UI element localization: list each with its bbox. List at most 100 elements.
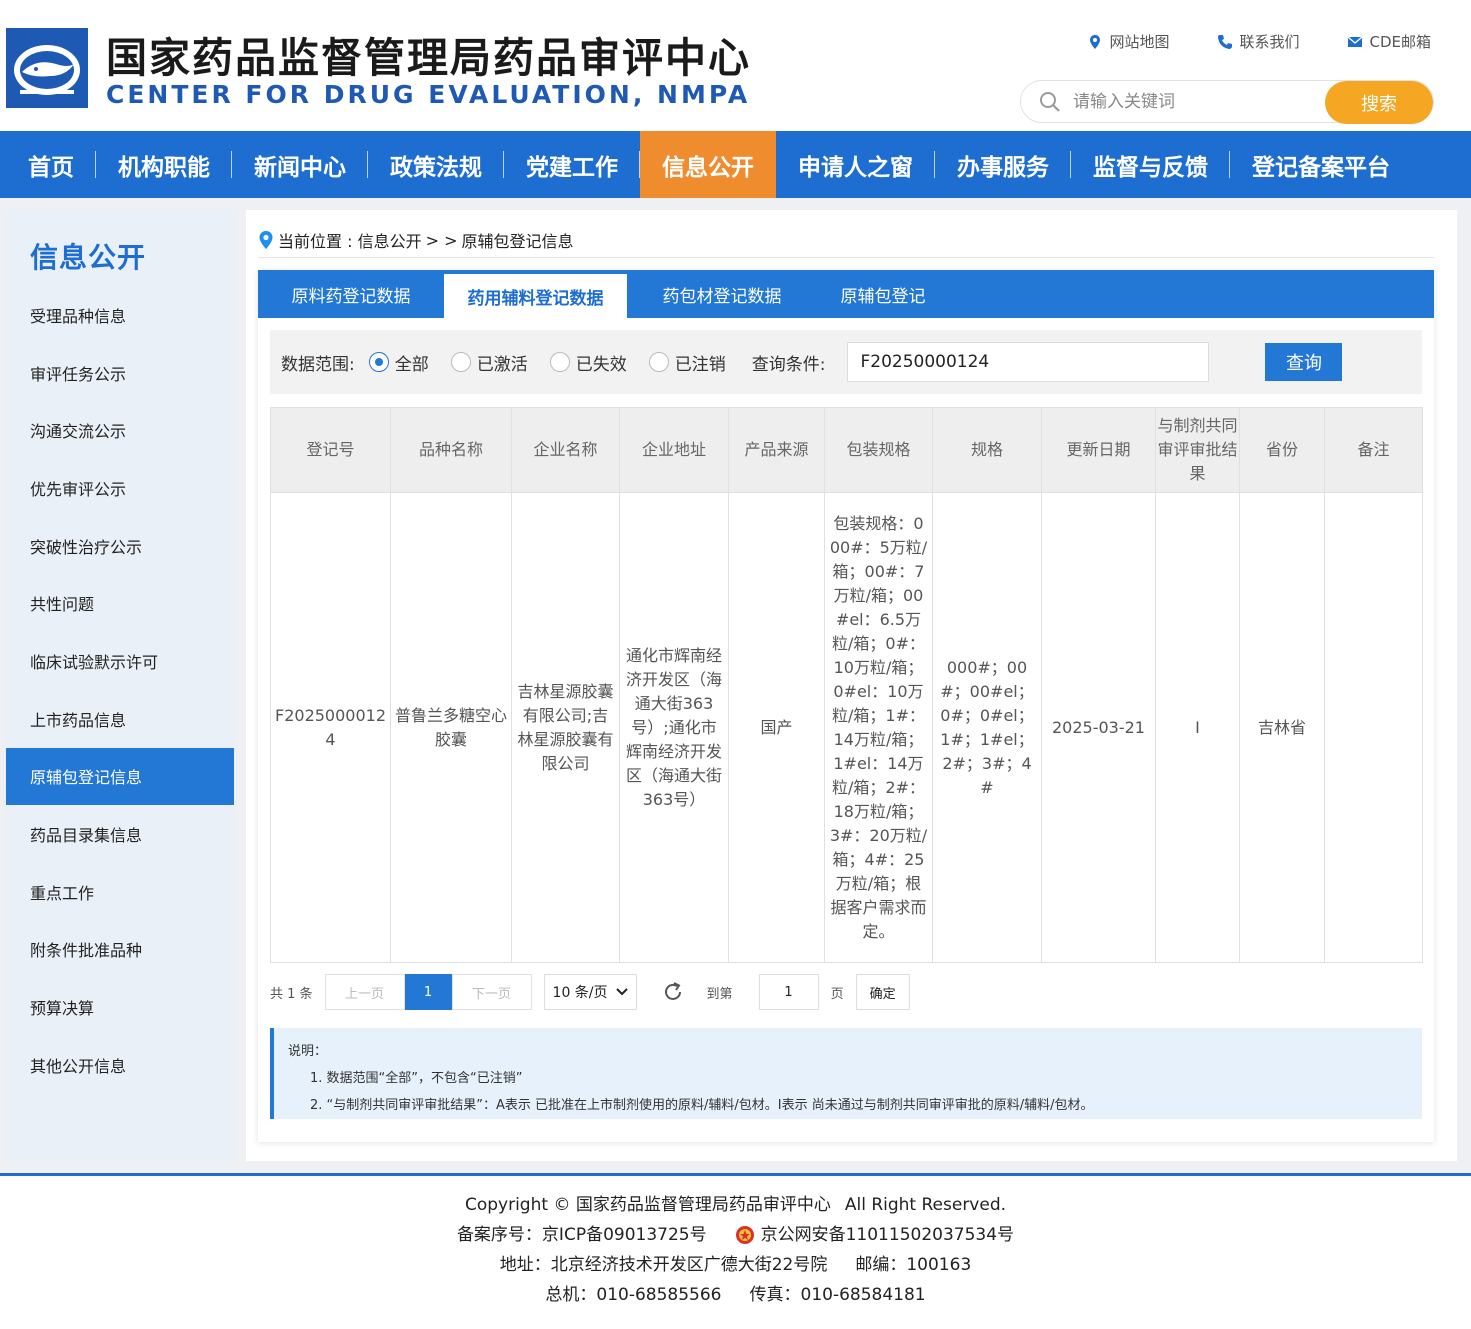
scope-radio-active[interactable]: 已激活	[450, 350, 528, 375]
footer-copyright-line: Copyright © 国家药品监督管理局药品审评中心 All Right Re…	[0, 1190, 1471, 1220]
nav-applicant[interactable]: 申请人之窗	[776, 131, 935, 198]
nav-supervision[interactable]: 监督与反馈	[1071, 131, 1230, 198]
sidebar-item-budget[interactable]: 预算决算	[6, 978, 234, 1036]
breadcrumb-current: 原辅包登记信息	[461, 232, 574, 251]
next-page-button[interactable]: 下一页	[451, 974, 532, 1010]
nav-services[interactable]: 办事服务	[935, 131, 1071, 198]
refresh-icon[interactable]	[661, 980, 685, 1004]
main-nav: 首页 机构职能 新闻中心 政策法规 党建工作 信息公开 申请人之窗 办事服务 监…	[0, 131, 1471, 198]
breadcrumb-divider	[258, 257, 1434, 258]
col-header: 备注	[1324, 407, 1423, 493]
page-size-select[interactable]: 10 条/页	[543, 974, 637, 1010]
col-header: 企业地址	[619, 407, 729, 493]
nav-info-disclosure[interactable]: 信息公开	[640, 131, 776, 198]
sidebar-item-marketed-drugs[interactable]: 上市药品信息	[6, 690, 234, 748]
col-header: 登记号	[270, 407, 391, 493]
sidebar-item-common-issues[interactable]: 共性问题	[6, 574, 234, 632]
search-button[interactable]: 搜索	[1325, 81, 1433, 124]
sitemap-link[interactable]: 网站地图	[1087, 31, 1169, 52]
radio-dot	[648, 352, 669, 372]
notes-box: 说明： 1. 数据范围“全部”，不包含“已注销” 2. “与制剂共同审评审批结果…	[270, 1028, 1422, 1119]
sidebar-item-key-work[interactable]: 重点工作	[6, 863, 234, 921]
contact-link[interactable]: 联系我们	[1217, 31, 1299, 52]
cell-variety-name: 普鲁兰多糖空心胶囊	[390, 492, 512, 963]
col-header: 更新日期	[1041, 407, 1156, 493]
search-input[interactable]	[1073, 89, 1313, 115]
cell-registration-no: F20250000124	[270, 492, 391, 963]
sidebar-item-drug-catalog[interactable]: 药品目录集信息	[6, 805, 234, 863]
logo-emblem-icon	[6, 28, 88, 108]
sidebar-title: 信息公开	[30, 241, 147, 274]
footer-phone: 总机：010-68585566	[545, 1285, 722, 1305]
registration-table: 登记号 品种名称 企业名称 企业地址 产品来源 包装规格 规格 更新日期 与制剂…	[270, 407, 1423, 963]
sidebar-item-other-info[interactable]: 其他公开信息	[6, 1036, 234, 1094]
page-number-current[interactable]: 1	[404, 974, 452, 1010]
col-header: 规格	[932, 407, 1042, 493]
prev-page-button[interactable]: 上一页	[324, 974, 405, 1010]
cell-package-spec: 包装规格：000#：5万粒/箱；00#：7万粒/箱；00#el：6.5万粒/箱；…	[824, 492, 933, 963]
scope-label: 数据范围:	[281, 354, 355, 375]
notes-line: 2. “与制剂共同审评审批结果”：A表示 已批准在上市制剂使用的原料/辅料/包材…	[310, 1098, 1094, 1113]
nmpa-logo[interactable]	[6, 28, 88, 108]
tab-excipient-registration[interactable]: 药用辅料登记数据	[444, 274, 627, 318]
scope-radio-all[interactable]: 全部	[368, 350, 429, 375]
footer-icp[interactable]: 备案序号：京ICP备09013725号	[457, 1219, 707, 1251]
footer-address: 地址：北京经济技术开发区广德大街22号院	[499, 1255, 828, 1275]
sidebar-item-breakthrough-therapy[interactable]: 突破性治疗公示	[6, 517, 234, 575]
col-header: 品种名称	[390, 407, 512, 493]
nav-registration-platform[interactable]: 登记备案平台	[1230, 131, 1412, 198]
goto-confirm-button[interactable]: 确定	[855, 974, 910, 1010]
nav-functions[interactable]: 机构职能	[96, 131, 232, 198]
query-input[interactable]	[847, 342, 1210, 382]
sidebar: 信息公开 受理品种信息 审评任务公示 沟通交流公示 优先审评公示 突破性治疗公示…	[6, 210, 234, 1161]
phone-icon	[1218, 34, 1233, 49]
cell-joint-review-result: I	[1155, 492, 1240, 963]
sidebar-item-priority-review[interactable]: 优先审评公示	[6, 459, 234, 517]
col-header: 省份	[1239, 407, 1325, 493]
nav-party[interactable]: 党建工作	[504, 131, 640, 198]
sidebar-item-api-excipient-registration[interactable]: 原辅包登记信息	[6, 747, 234, 806]
scope-radio-expired[interactable]: 已失效	[549, 350, 627, 375]
query-button[interactable]: 查询	[1265, 343, 1343, 381]
contact-label: 联系我们	[1239, 33, 1300, 51]
cde-mail-link[interactable]: CDE邮箱	[1347, 31, 1431, 52]
footer-fax: 传真：010-68584181	[749, 1285, 926, 1305]
pagination: 共 1 条 上一页 1 下一页 10 条/页 到第 1 页 确定	[270, 974, 910, 1010]
nav-policy[interactable]: 政策法规	[368, 131, 504, 198]
tab-api-registration[interactable]: 原料药登记数据	[258, 270, 444, 318]
nav-home[interactable]: 首页	[0, 131, 96, 198]
table-row: F20250000124 普鲁兰多糖空心胶囊 吉林星源胶囊有限公司;吉林星源胶囊…	[270, 492, 1423, 963]
footer-divider	[0, 1173, 1471, 1176]
data-panel: 原料药登记数据 药用辅料登记数据 药包材登记数据 原辅包登记 数据范围: 全部 …	[258, 270, 1434, 1142]
goto-label: 到第	[706, 986, 733, 1002]
sidebar-item-communication[interactable]: 沟通交流公示	[6, 401, 234, 459]
location-pin-icon	[259, 231, 273, 249]
goto-page-input[interactable]: 1	[758, 974, 819, 1010]
cell-company-name: 吉林星源胶囊有限公司;吉林星源胶囊有限公司	[511, 492, 620, 963]
main-content: 当前位置 : 信息公开 > > 原辅包登记信息 原料药登记数据 药用辅料登记数据…	[246, 210, 1457, 1161]
breadcrumb: 当前位置 : 信息公开 > > 原辅包登记信息	[258, 228, 574, 252]
col-header: 企业名称	[511, 407, 620, 493]
sidebar-menu: 受理品种信息 审评任务公示 沟通交流公示 优先审评公示 突破性治疗公示 共性问题…	[6, 286, 234, 1094]
sidebar-item-review-tasks[interactable]: 审评任务公示	[6, 344, 234, 402]
sidebar-item-clinical-trial[interactable]: 临床试验默示许可	[6, 632, 234, 690]
sidebar-item-accepted-varieties[interactable]: 受理品种信息	[6, 286, 234, 344]
site-title-en: CENTER FOR DRUG EVALUATION, NMPA	[106, 80, 751, 109]
scope-radio-cancelled[interactable]: 已注销	[648, 350, 726, 375]
filter-bar: 数据范围: 全部 已激活 已失效 已注销 查询条件: 查询	[270, 330, 1422, 394]
table-header-row: 登记号 品种名称 企业名称 企业地址 产品来源 包装规格 规格 更新日期 与制剂…	[270, 407, 1423, 493]
mail-icon	[1348, 35, 1363, 47]
sidebar-item-conditional-approval[interactable]: 附条件批准品种	[6, 921, 234, 979]
cell-update-date: 2025-03-21	[1041, 492, 1156, 963]
site-title-cn: 国家药品监督管理局药品审评中心	[106, 34, 751, 82]
nav-news[interactable]: 新闻中心	[232, 131, 368, 198]
sitemap-label: 网站地图	[1109, 33, 1170, 51]
scope-option-label: 已注销	[674, 354, 726, 375]
footer-copyright: Copyright © 国家药品监督管理局药品审评中心	[464, 1195, 831, 1215]
footer-police-record[interactable]: 京公网安备11011502037534号	[735, 1219, 1014, 1251]
site-header: 国家药品监督管理局药品审评中心 CENTER FOR DRUG EVALUATI…	[0, 0, 1471, 131]
cell-company-address: 通化市辉南经济开发区（海通大街363号）;通化市辉南经济开发区（海通大街363号…	[619, 492, 729, 963]
tab-api-excipient-packaging[interactable]: 原辅包登记	[817, 270, 949, 318]
tab-packaging-registration[interactable]: 药包材登记数据	[627, 270, 817, 318]
breadcrumb-prefix[interactable]: 当前位置 : 信息公开	[278, 228, 422, 252]
